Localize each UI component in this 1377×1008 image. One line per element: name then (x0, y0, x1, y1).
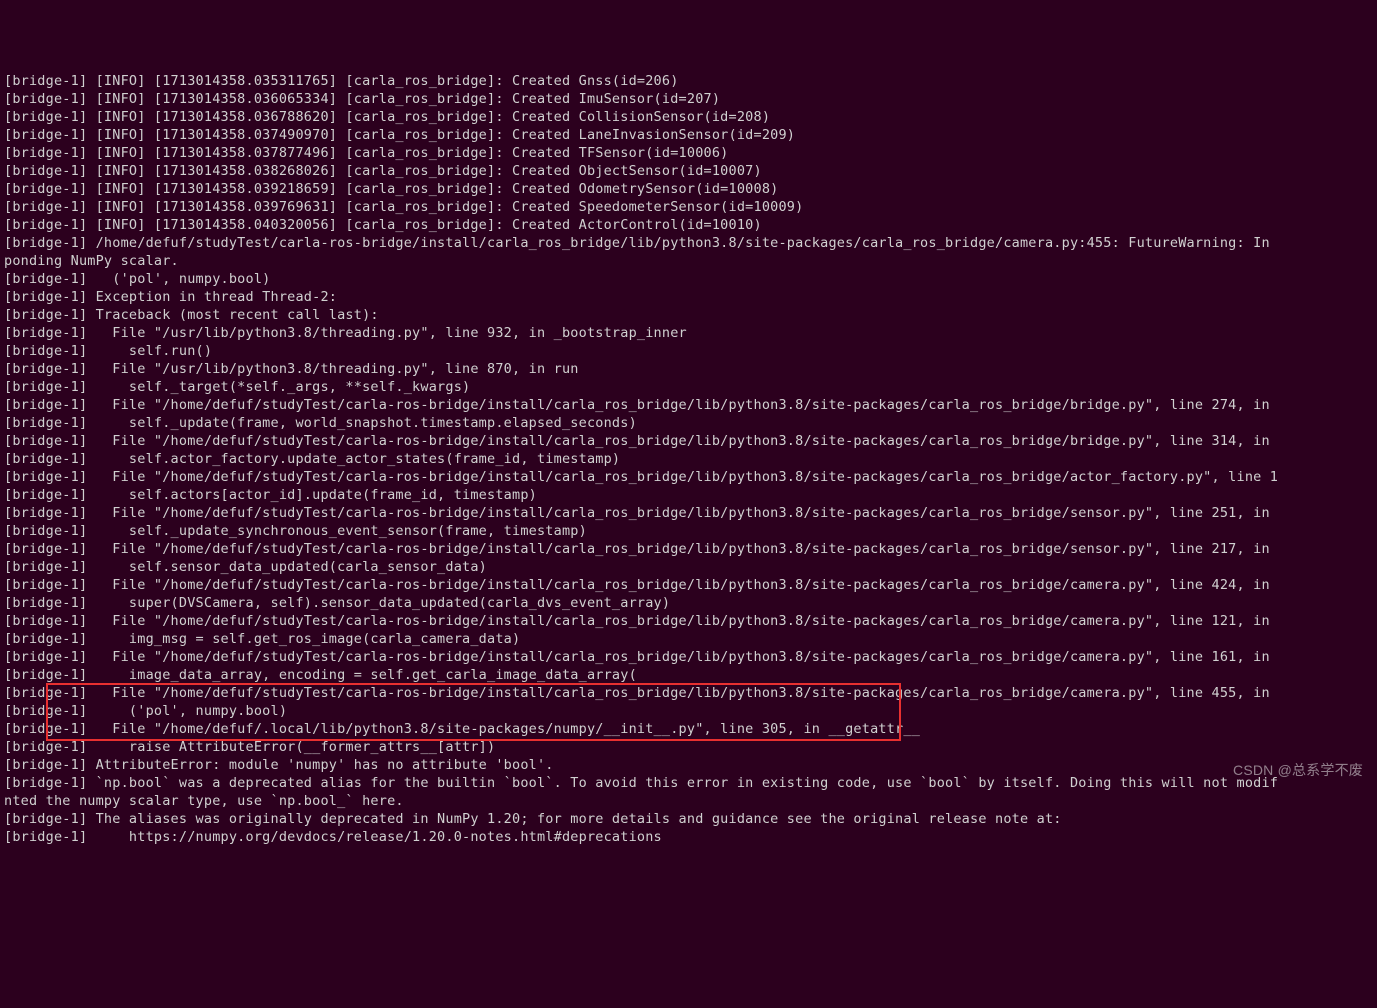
terminal-line: [bridge-1] File "/home/defuf/studyTest/c… (4, 396, 1373, 414)
terminal-line: [bridge-1] self._update(frame, world_sna… (4, 414, 1373, 432)
terminal-line: [bridge-1] https://numpy.org/devdocs/rel… (4, 828, 1373, 846)
terminal-line: [bridge-1] raise AttributeError(__former… (4, 738, 1373, 756)
terminal-line: [bridge-1] The aliases was originally de… (4, 810, 1373, 828)
terminal-line: [bridge-1] [INFO] [1713014358.037877496]… (4, 144, 1373, 162)
terminal-line: [bridge-1] ('pol', numpy.bool) (4, 270, 1373, 288)
terminal-line: [bridge-1] self.actors[actor_id].update(… (4, 486, 1373, 504)
terminal-line: [bridge-1] self.sensor_data_updated(carl… (4, 558, 1373, 576)
terminal-line: [bridge-1] File "/home/defuf/studyTest/c… (4, 432, 1373, 450)
terminal-line: [bridge-1] [INFO] [1713014358.040320056]… (4, 216, 1373, 234)
terminal-line: [bridge-1] [INFO] [1713014358.037490970]… (4, 126, 1373, 144)
terminal-line: [bridge-1] File "/home/defuf/studyTest/c… (4, 540, 1373, 558)
terminal-line: [bridge-1] Exception in thread Thread-2: (4, 288, 1373, 306)
terminal-line: [bridge-1] File "/home/defuf/.local/lib/… (4, 720, 1373, 738)
terminal-line: [bridge-1] File "/usr/lib/python3.8/thre… (4, 324, 1373, 342)
terminal-line: [bridge-1] Traceback (most recent call l… (4, 306, 1373, 324)
terminal-line: [bridge-1] /home/defuf/studyTest/carla-r… (4, 234, 1373, 252)
terminal-line: [bridge-1] self.run() (4, 342, 1373, 360)
terminal-line: [bridge-1] AttributeError: module 'numpy… (4, 756, 1373, 774)
terminal-line: [bridge-1] File "/home/defuf/studyTest/c… (4, 504, 1373, 522)
terminal-line: [bridge-1] File "/home/defuf/studyTest/c… (4, 648, 1373, 666)
terminal-line: [bridge-1] File "/home/defuf/studyTest/c… (4, 684, 1373, 702)
terminal-line: [bridge-1] [INFO] [1713014358.039769631]… (4, 198, 1373, 216)
terminal-line: [bridge-1] [INFO] [1713014358.036788620]… (4, 108, 1373, 126)
terminal-line: [bridge-1] ('pol', numpy.bool) (4, 702, 1373, 720)
terminal-line: [bridge-1] [INFO] [1713014358.035311765]… (4, 72, 1373, 90)
terminal-line: [bridge-1] `np.bool` was a deprecated al… (4, 774, 1373, 792)
terminal-line: [bridge-1] self._target(*self._args, **s… (4, 378, 1373, 396)
terminal-line: [bridge-1] File "/home/defuf/studyTest/c… (4, 468, 1373, 486)
terminal-line: [bridge-1] image_data_array, encoding = … (4, 666, 1373, 684)
terminal-line: [bridge-1] super(DVSCamera, self).sensor… (4, 594, 1373, 612)
terminal-line: [bridge-1] File "/usr/lib/python3.8/thre… (4, 360, 1373, 378)
terminal-line: [bridge-1] self.actor_factory.update_act… (4, 450, 1373, 468)
terminal-line: [bridge-1] [INFO] [1713014358.036065334]… (4, 90, 1373, 108)
terminal-line: [bridge-1] [INFO] [1713014358.038268026]… (4, 162, 1373, 180)
terminal-output[interactable]: [bridge-1] [INFO] [1713014358.035311765]… (4, 72, 1373, 846)
terminal-line: [bridge-1] img_msg = self.get_ros_image(… (4, 630, 1373, 648)
terminal-line: ponding NumPy scalar. (4, 252, 1373, 270)
terminal-line: [bridge-1] self._update_synchronous_even… (4, 522, 1373, 540)
terminal-line: nted the numpy scalar type, use `np.bool… (4, 792, 1373, 810)
terminal-line: [bridge-1] File "/home/defuf/studyTest/c… (4, 576, 1373, 594)
terminal-line: [bridge-1] File "/home/defuf/studyTest/c… (4, 612, 1373, 630)
terminal-line: [bridge-1] [INFO] [1713014358.039218659]… (4, 180, 1373, 198)
